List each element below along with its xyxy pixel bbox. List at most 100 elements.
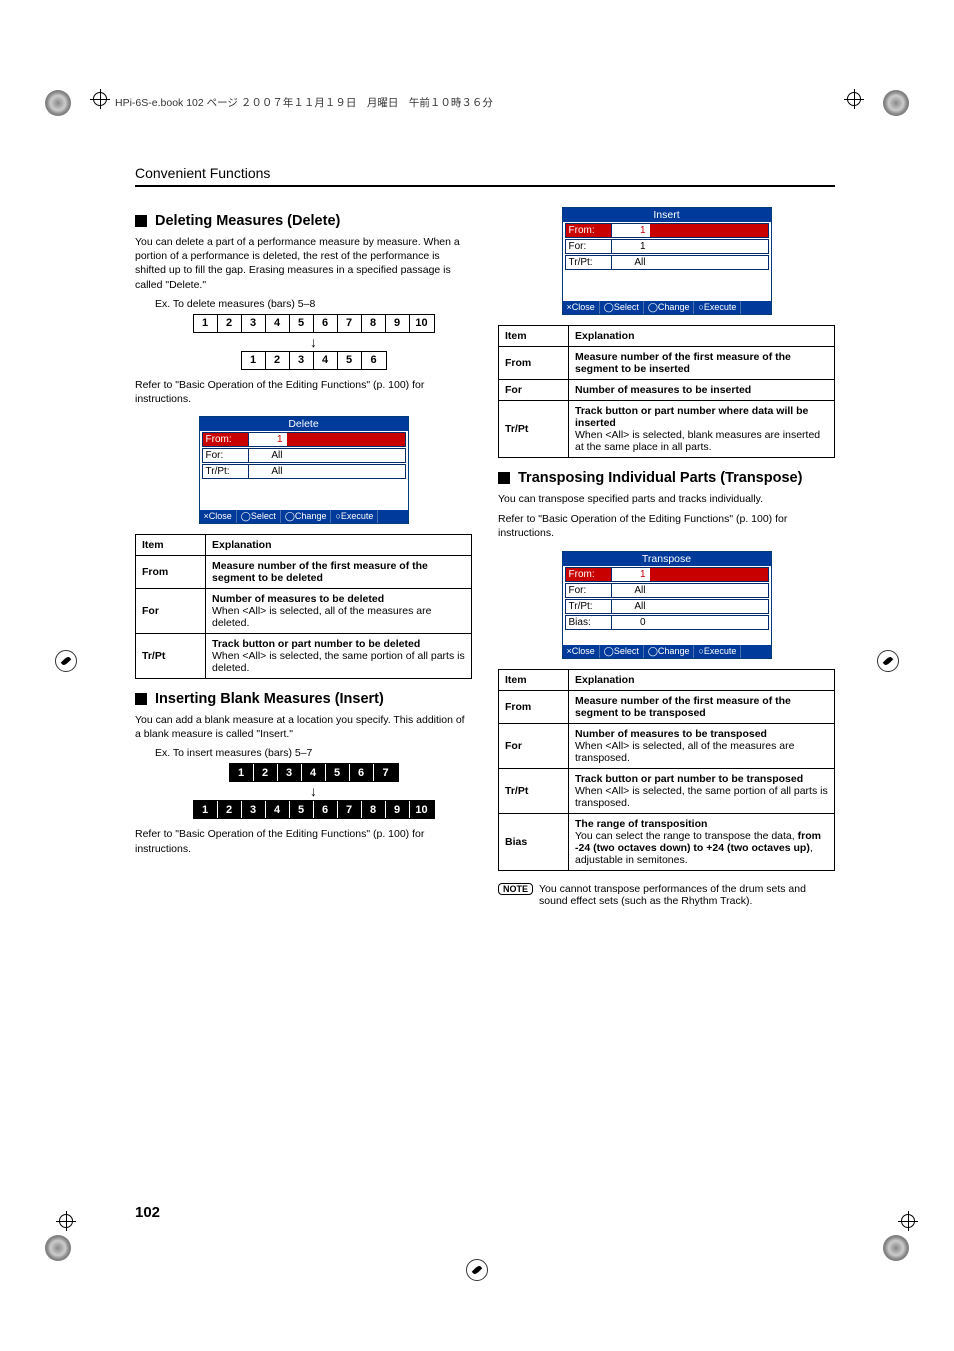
delete-diagram: 12345678910 ↓ 123456 — [155, 314, 472, 370]
delete-cells-bottom: 123456 — [241, 351, 387, 370]
cell: 4 — [314, 352, 338, 369]
crop-side-bottom — [466, 1259, 488, 1281]
cell: 3 — [242, 801, 266, 818]
insert-row-trpt-text: Track button or part number where data w… — [569, 401, 835, 458]
panel-row-label: From: — [566, 568, 612, 581]
cell: 7 — [338, 801, 362, 818]
delete-row-trpt-text: Track button or part number to be delete… — [206, 634, 472, 679]
bullet-icon — [498, 472, 510, 484]
panel-footer-button[interactable]: ×Close — [563, 301, 600, 314]
cell: 3 — [242, 315, 266, 332]
chapter-rule — [135, 185, 835, 187]
cell: 9 — [386, 801, 410, 818]
cell: 2 — [254, 764, 278, 781]
panel-row[interactable]: Tr/Pt:All — [565, 255, 769, 270]
delete-table: ItemExplanation FromMeasure number of th… — [135, 534, 472, 679]
transpose-row-trpt-text: Track button or part number to be transp… — [569, 768, 835, 813]
cell: 6 — [314, 315, 338, 332]
cell: 8 — [362, 315, 386, 332]
panel-row-label: For: — [203, 449, 249, 462]
transpose-note: NOTE You cannot transpose performances o… — [498, 883, 835, 907]
panel-row-label: Tr/Pt: — [566, 600, 612, 613]
panel-row-value: All — [249, 465, 287, 478]
cell: 2 — [218, 315, 242, 332]
panel-row-value: All — [612, 600, 650, 613]
cell: 4 — [266, 315, 290, 332]
cell: 7 — [374, 764, 398, 781]
section-title-insert-text: Inserting Blank Measures (Insert) — [155, 691, 384, 707]
right-column: Insert From:1For:1Tr/Pt:All ×Close◯Selec… — [498, 207, 835, 907]
panel-row-label: Tr/Pt: — [566, 256, 612, 269]
panel-footer-button[interactable]: ×Close — [200, 510, 237, 523]
panel-footer-button[interactable]: ◯Select — [237, 510, 281, 523]
cell: 5 — [290, 315, 314, 332]
insert-table: ItemExplanation FromMeasure number of th… — [498, 325, 835, 458]
panel-footer-button[interactable]: ◯Change — [644, 301, 695, 314]
section-title-delete: Deleting Measures (Delete) — [135, 213, 472, 229]
th-item: Item — [499, 669, 569, 690]
cell: 6 — [350, 764, 374, 781]
cell: 6 — [314, 801, 338, 818]
transpose-panel-rows: From:1For:AllTr/Pt:AllBias:0 — [563, 567, 771, 630]
panel-row-value: 1 — [612, 240, 650, 253]
insert-row-from-item: From — [499, 347, 569, 380]
panel-row[interactable]: From:1 — [565, 223, 769, 238]
cell: 1 — [194, 801, 218, 818]
delete-cells-top: 12345678910 — [193, 314, 435, 333]
transpose-ref: Refer to "Basic Operation of the Editing… — [498, 512, 835, 540]
panel-row-label: From: — [203, 433, 249, 446]
insert-row-trpt-item: Tr/Pt — [499, 401, 569, 458]
panel-footer-button[interactable]: ◯Change — [281, 510, 332, 523]
panel-footer-button[interactable]: ○Execute — [694, 301, 741, 314]
transpose-note-text: You cannot transpose performances of the… — [539, 883, 835, 907]
panel-row[interactable]: Bias:0 — [565, 615, 769, 630]
panel-footer-button[interactable]: ○Execute — [331, 510, 378, 523]
panel-footer-button[interactable]: ◯Select — [600, 301, 644, 314]
panel-row[interactable]: Tr/Pt:All — [202, 464, 406, 479]
insert-cells-top: 1234567 — [229, 763, 399, 782]
panel-footer-button[interactable]: ×Close — [563, 645, 600, 658]
insert-panel: Insert From:1For:1Tr/Pt:All ×Close◯Selec… — [562, 207, 772, 315]
panel-row[interactable]: For:1 — [565, 239, 769, 254]
panel-row-value: 1 — [612, 568, 650, 581]
delete-panel-title: Delete — [200, 417, 408, 431]
cell: 10 — [410, 801, 434, 818]
panel-row[interactable]: For:All — [565, 583, 769, 598]
th-item: Item — [499, 326, 569, 347]
panel-row[interactable]: For:All — [202, 448, 406, 463]
panel-footer-button[interactable]: ◯Change — [644, 645, 695, 658]
panel-row-value: All — [249, 449, 287, 462]
cell: 8 — [362, 801, 386, 818]
bullet-icon — [135, 215, 147, 227]
cell: 9 — [386, 315, 410, 332]
transpose-row-bias-text: The range of transpositionYou can select… — [569, 813, 835, 870]
panel-footer-button[interactable]: ○Execute — [694, 645, 741, 658]
panel-row-value: 0 — [612, 616, 650, 629]
panel-row-value: 1 — [612, 224, 650, 237]
cell: 4 — [302, 764, 326, 781]
panel-row-value: 1 — [249, 433, 287, 446]
book-header-bar: HPi-6S-e.book 102 ページ ２００７年１１月１９日 月曜日 午前… — [115, 95, 493, 110]
panel-row[interactable]: From:1 — [565, 567, 769, 582]
insert-example-caption: Ex. To insert measures (bars) 5–7 — [155, 747, 472, 759]
delete-row-from-item: From — [136, 556, 206, 589]
th-expl: Explanation — [569, 326, 835, 347]
cell: 1 — [194, 315, 218, 332]
delete-intro: You can delete a part of a performance m… — [135, 235, 472, 292]
transpose-row-for-item: For — [499, 723, 569, 768]
cell: 5 — [338, 352, 362, 369]
insert-row-for-text: Number of measures to be inserted — [569, 380, 835, 401]
arrow-down-icon: ↓ — [155, 784, 472, 798]
panel-row-label: Tr/Pt: — [203, 465, 249, 478]
transpose-panel-title: Transpose — [563, 552, 771, 566]
panel-row[interactable]: From:1 — [202, 432, 406, 447]
delete-row-for-item: For — [136, 589, 206, 634]
panel-footer-button[interactable]: ◯Select — [600, 645, 644, 658]
panel-row[interactable]: Tr/Pt:All — [565, 599, 769, 614]
transpose-row-from-item: From — [499, 690, 569, 723]
transpose-table: ItemExplanation FromMeasure number of th… — [498, 669, 835, 871]
delete-ref: Refer to "Basic Operation of the Editing… — [135, 378, 472, 406]
section-title-transpose: Transposing Individual Parts (Transpose) — [498, 470, 835, 486]
insert-panel-rows: From:1For:1Tr/Pt:All — [563, 223, 771, 270]
th-expl: Explanation — [569, 669, 835, 690]
